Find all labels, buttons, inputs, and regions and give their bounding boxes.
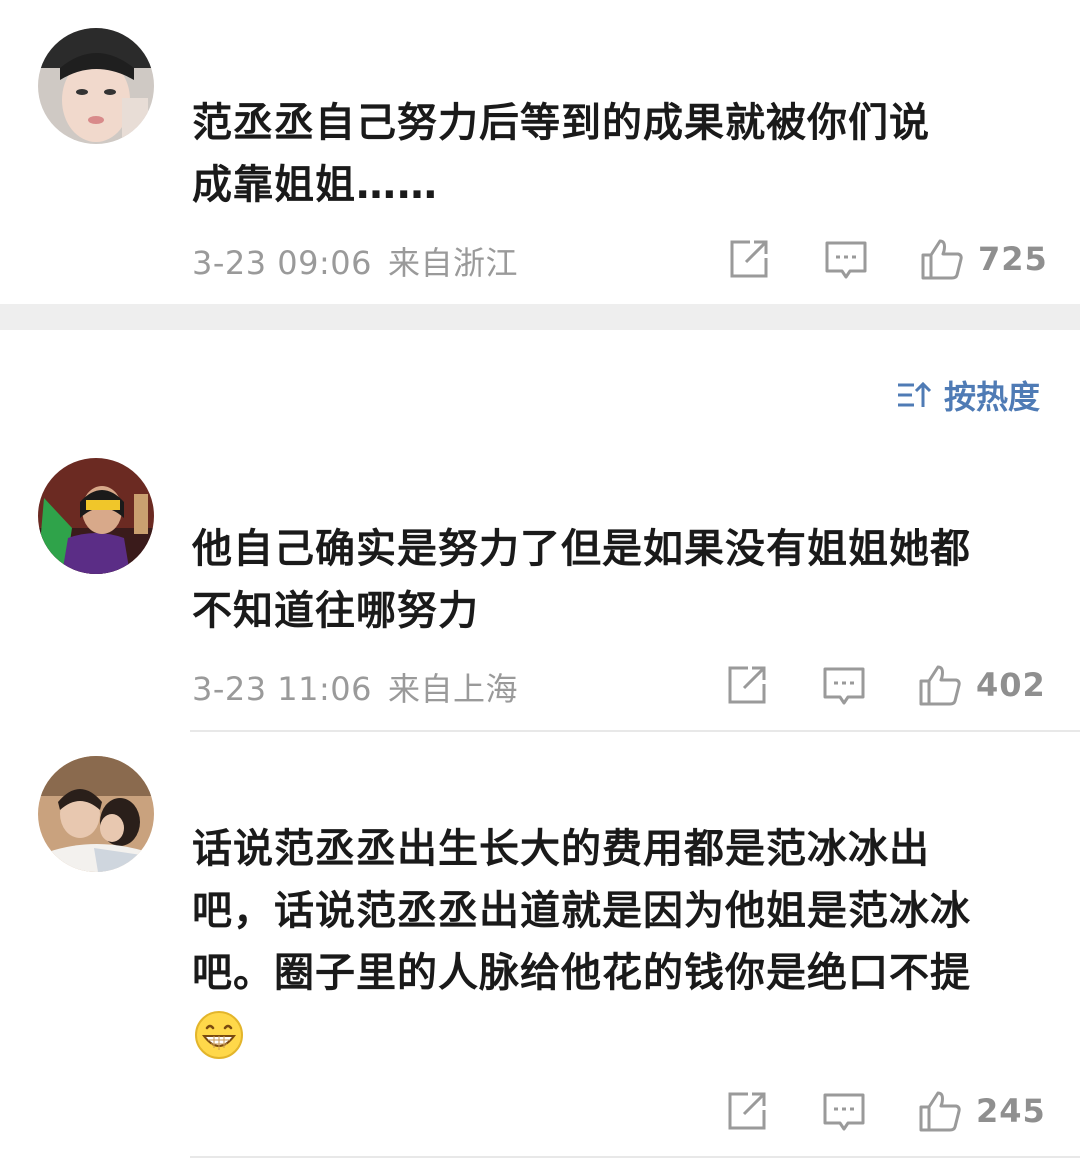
section-separator (0, 304, 1080, 330)
like-button[interactable]: 402 (918, 660, 1046, 710)
comment-button[interactable] (822, 1088, 866, 1138)
share-icon (728, 666, 766, 704)
share-icon (730, 240, 768, 278)
share-button[interactable] (728, 234, 770, 284)
comment-location: 来自上海 (388, 670, 519, 708)
comment-text: 他自己确实是努力了但是如果没有姐姐她都 不知道往哪努力 (192, 526, 971, 634)
share-icon (728, 1092, 766, 1130)
avatar[interactable] (38, 458, 154, 574)
sort-by-popularity[interactable]: 按热度 (896, 372, 1040, 418)
comment-icon (823, 1093, 865, 1131)
like-button[interactable]: 725 (920, 234, 1048, 284)
comment-location: 来自浙江 (388, 244, 519, 282)
comment-text: 话说范丞丞出生长大的费用都是范冰冰出 吧，话说范丞丞出道就是因为他姐是范冰冰 吧… (192, 826, 971, 996)
comment-divider (190, 1156, 1080, 1158)
comment-time: 3-23 11:06 (192, 670, 373, 708)
like-count: 245 (976, 1092, 1046, 1130)
comment-text: 范丞丞自己努力后等到的成果就被你们说 成靠姐姐…… (192, 100, 930, 208)
thumbs-up-icon (919, 1091, 961, 1132)
comment-button[interactable] (824, 236, 868, 286)
thumbs-up-icon (921, 239, 963, 280)
comment-divider (190, 730, 1080, 732)
sort-label: 按热度 (943, 378, 1040, 416)
share-button[interactable] (726, 660, 768, 710)
comment-meta: 3-23 09:06 来自浙江 (192, 238, 518, 284)
thumbs-up-icon (919, 665, 961, 706)
like-button[interactable]: 245 (918, 1086, 1046, 1136)
comment-meta: 3-23 11:06 来自上海 (192, 664, 518, 710)
comment-time: 3-23 09:06 (192, 244, 373, 282)
like-count: 725 (978, 240, 1048, 278)
comment-button[interactable] (822, 662, 866, 712)
like-count: 402 (976, 666, 1046, 704)
share-button[interactable] (726, 1086, 768, 1136)
avatar[interactable] (38, 28, 154, 144)
comment-icon (825, 241, 867, 279)
grin-emoji-icon (195, 1011, 243, 1059)
sort-icon (897, 381, 932, 407)
avatar[interactable] (38, 756, 154, 872)
comment-icon (823, 667, 865, 705)
